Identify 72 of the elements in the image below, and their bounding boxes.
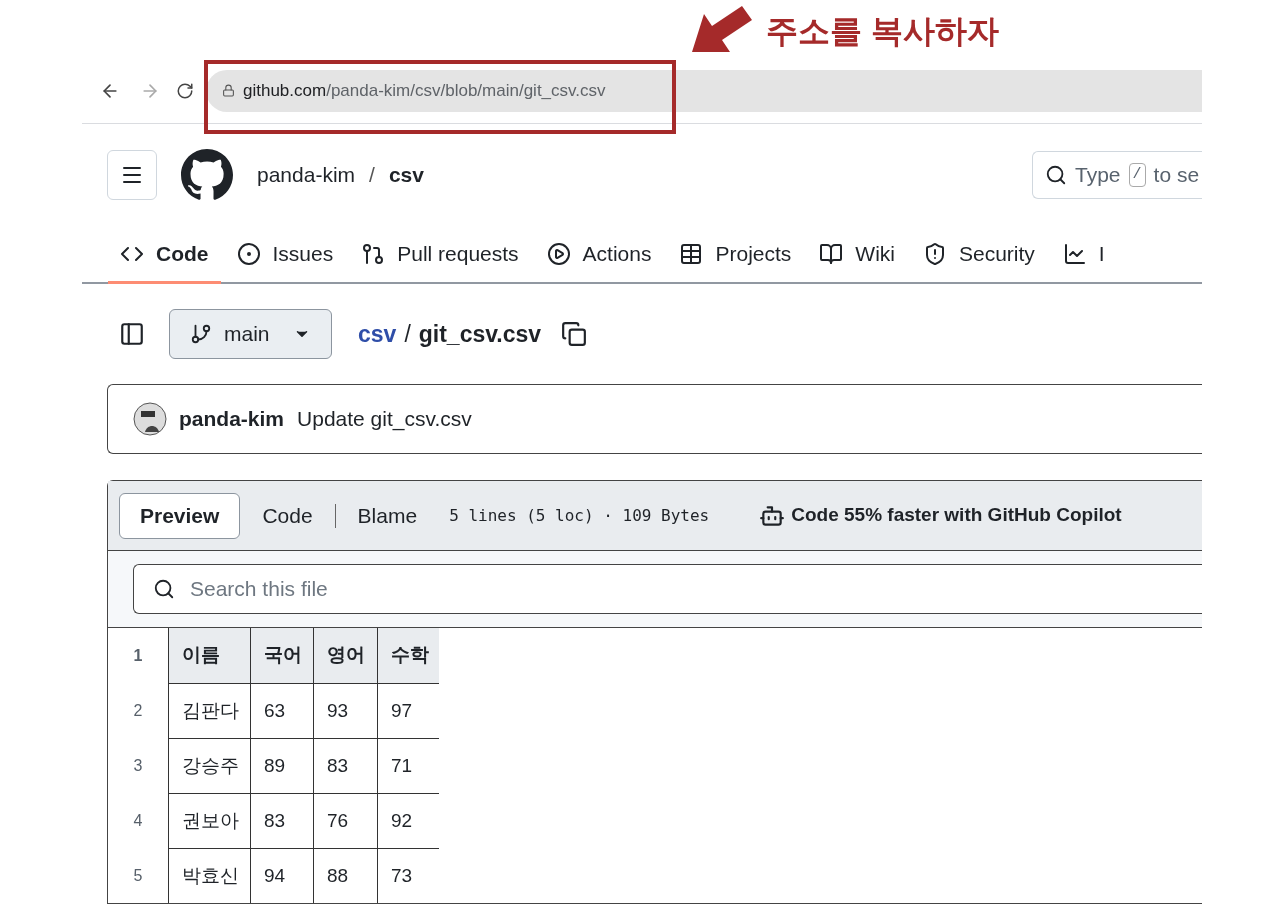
table-cell: 83 — [250, 793, 313, 848]
table-cell: 97 — [377, 683, 439, 738]
address-bar[interactable]: github.com/panda-kim/csv/blob/main/git_csv.csv — [206, 69, 1202, 112]
copilot-link[interactable]: Code 55% faster with GitHub Copilot — [791, 501, 1122, 530]
line-number: 3 — [132, 755, 144, 776]
branch-icon — [190, 323, 212, 345]
line-number: 1 — [132, 645, 144, 666]
reload-icon[interactable] — [176, 81, 194, 100]
annotation-label: 주소를 복사하자 — [766, 15, 999, 47]
commit-author[interactable]: panda-kim — [179, 403, 285, 435]
table-icon — [679, 241, 704, 266]
nav-tab[interactable]: Code — [108, 226, 221, 284]
search-field[interactable]: Type / to se — [1032, 151, 1202, 199]
url-text: github.com/panda-kim/csv/blob/main/git_csv.csv — [243, 79, 606, 102]
search-hint: Type — [1075, 162, 1121, 189]
view-mode-tab[interactable]: Blame — [337, 492, 438, 539]
breadcrumb-separator: / — [404, 319, 411, 349]
line-number: 4 — [132, 810, 144, 831]
view-mode-tab[interactable]: Code — [242, 492, 333, 539]
nav-tab[interactable]: Actions — [534, 226, 664, 284]
line-number: 5 — [132, 865, 144, 886]
nav-tab[interactable]: Projects — [667, 226, 804, 284]
circle-dot-icon — [236, 241, 261, 266]
table-cell: 71 — [377, 738, 439, 793]
branch-button[interactable]: main — [169, 309, 332, 359]
table-cell: 박효신 — [168, 848, 250, 903]
column-header: 수학 — [377, 628, 439, 683]
table-cell: 63 — [250, 683, 313, 738]
nav-tab[interactable]: Security — [911, 226, 1047, 284]
search-icon — [153, 578, 175, 600]
nav-tab[interactable]: I — [1050, 226, 1117, 284]
view-mode-tab[interactable]: Preview — [119, 492, 241, 539]
table-cell: 76 — [313, 793, 377, 848]
column-header: 이름 — [168, 628, 250, 683]
play-icon — [546, 241, 571, 266]
nav-tab[interactable]: Wiki — [807, 226, 907, 284]
logo-icon[interactable] — [181, 149, 233, 201]
breadcrumb-repo-link[interactable]: csv — [358, 316, 397, 352]
avatar — [133, 402, 167, 436]
table-cell: 92 — [377, 793, 439, 848]
lock-icon — [222, 84, 235, 97]
table-cell: 93 — [313, 683, 377, 738]
table-cell: 94 — [250, 848, 313, 903]
graph-icon — [1062, 241, 1087, 266]
nav-tab[interactable]: Pull requests — [349, 226, 531, 284]
line-number: 2 — [132, 700, 144, 721]
table-cell: 김판다 — [168, 683, 250, 738]
search-icon — [1045, 164, 1067, 186]
search-hint-suffix: to se — [1153, 162, 1200, 189]
column-header: 국어 — [250, 628, 313, 683]
pull-request-icon — [361, 241, 386, 266]
repo-link[interactable]: csv — [388, 159, 424, 191]
file-search-field[interactable]: Search this file — [133, 564, 1202, 614]
path-separator: / — [369, 162, 375, 189]
owner-link[interactable]: panda-kim — [257, 159, 356, 191]
table-cell: 73 — [377, 848, 439, 903]
file-name: git_csv.csv — [418, 319, 542, 349]
table-cell: 88 — [313, 848, 377, 903]
nav-tab[interactable]: Issues — [224, 226, 346, 284]
table-cell: 89 — [250, 738, 313, 793]
table-cell: 강승주 — [168, 738, 250, 793]
commit-message[interactable]: Update git_csv.csv — [297, 403, 472, 435]
column-header: 영어 — [313, 628, 377, 683]
shield-icon — [923, 241, 947, 266]
table-cell: 83 — [313, 738, 377, 793]
key-hint: / — [1128, 162, 1146, 188]
book-icon — [819, 241, 844, 266]
copy-icon[interactable] — [561, 321, 588, 347]
menu-button[interactable] — [107, 150, 157, 200]
table-cell: 권보아 — [168, 793, 250, 848]
sidebar-toggle-icon[interactable] — [119, 321, 145, 347]
file-info: 5 lines (5 loc) · 109 Bytes — [449, 504, 710, 527]
